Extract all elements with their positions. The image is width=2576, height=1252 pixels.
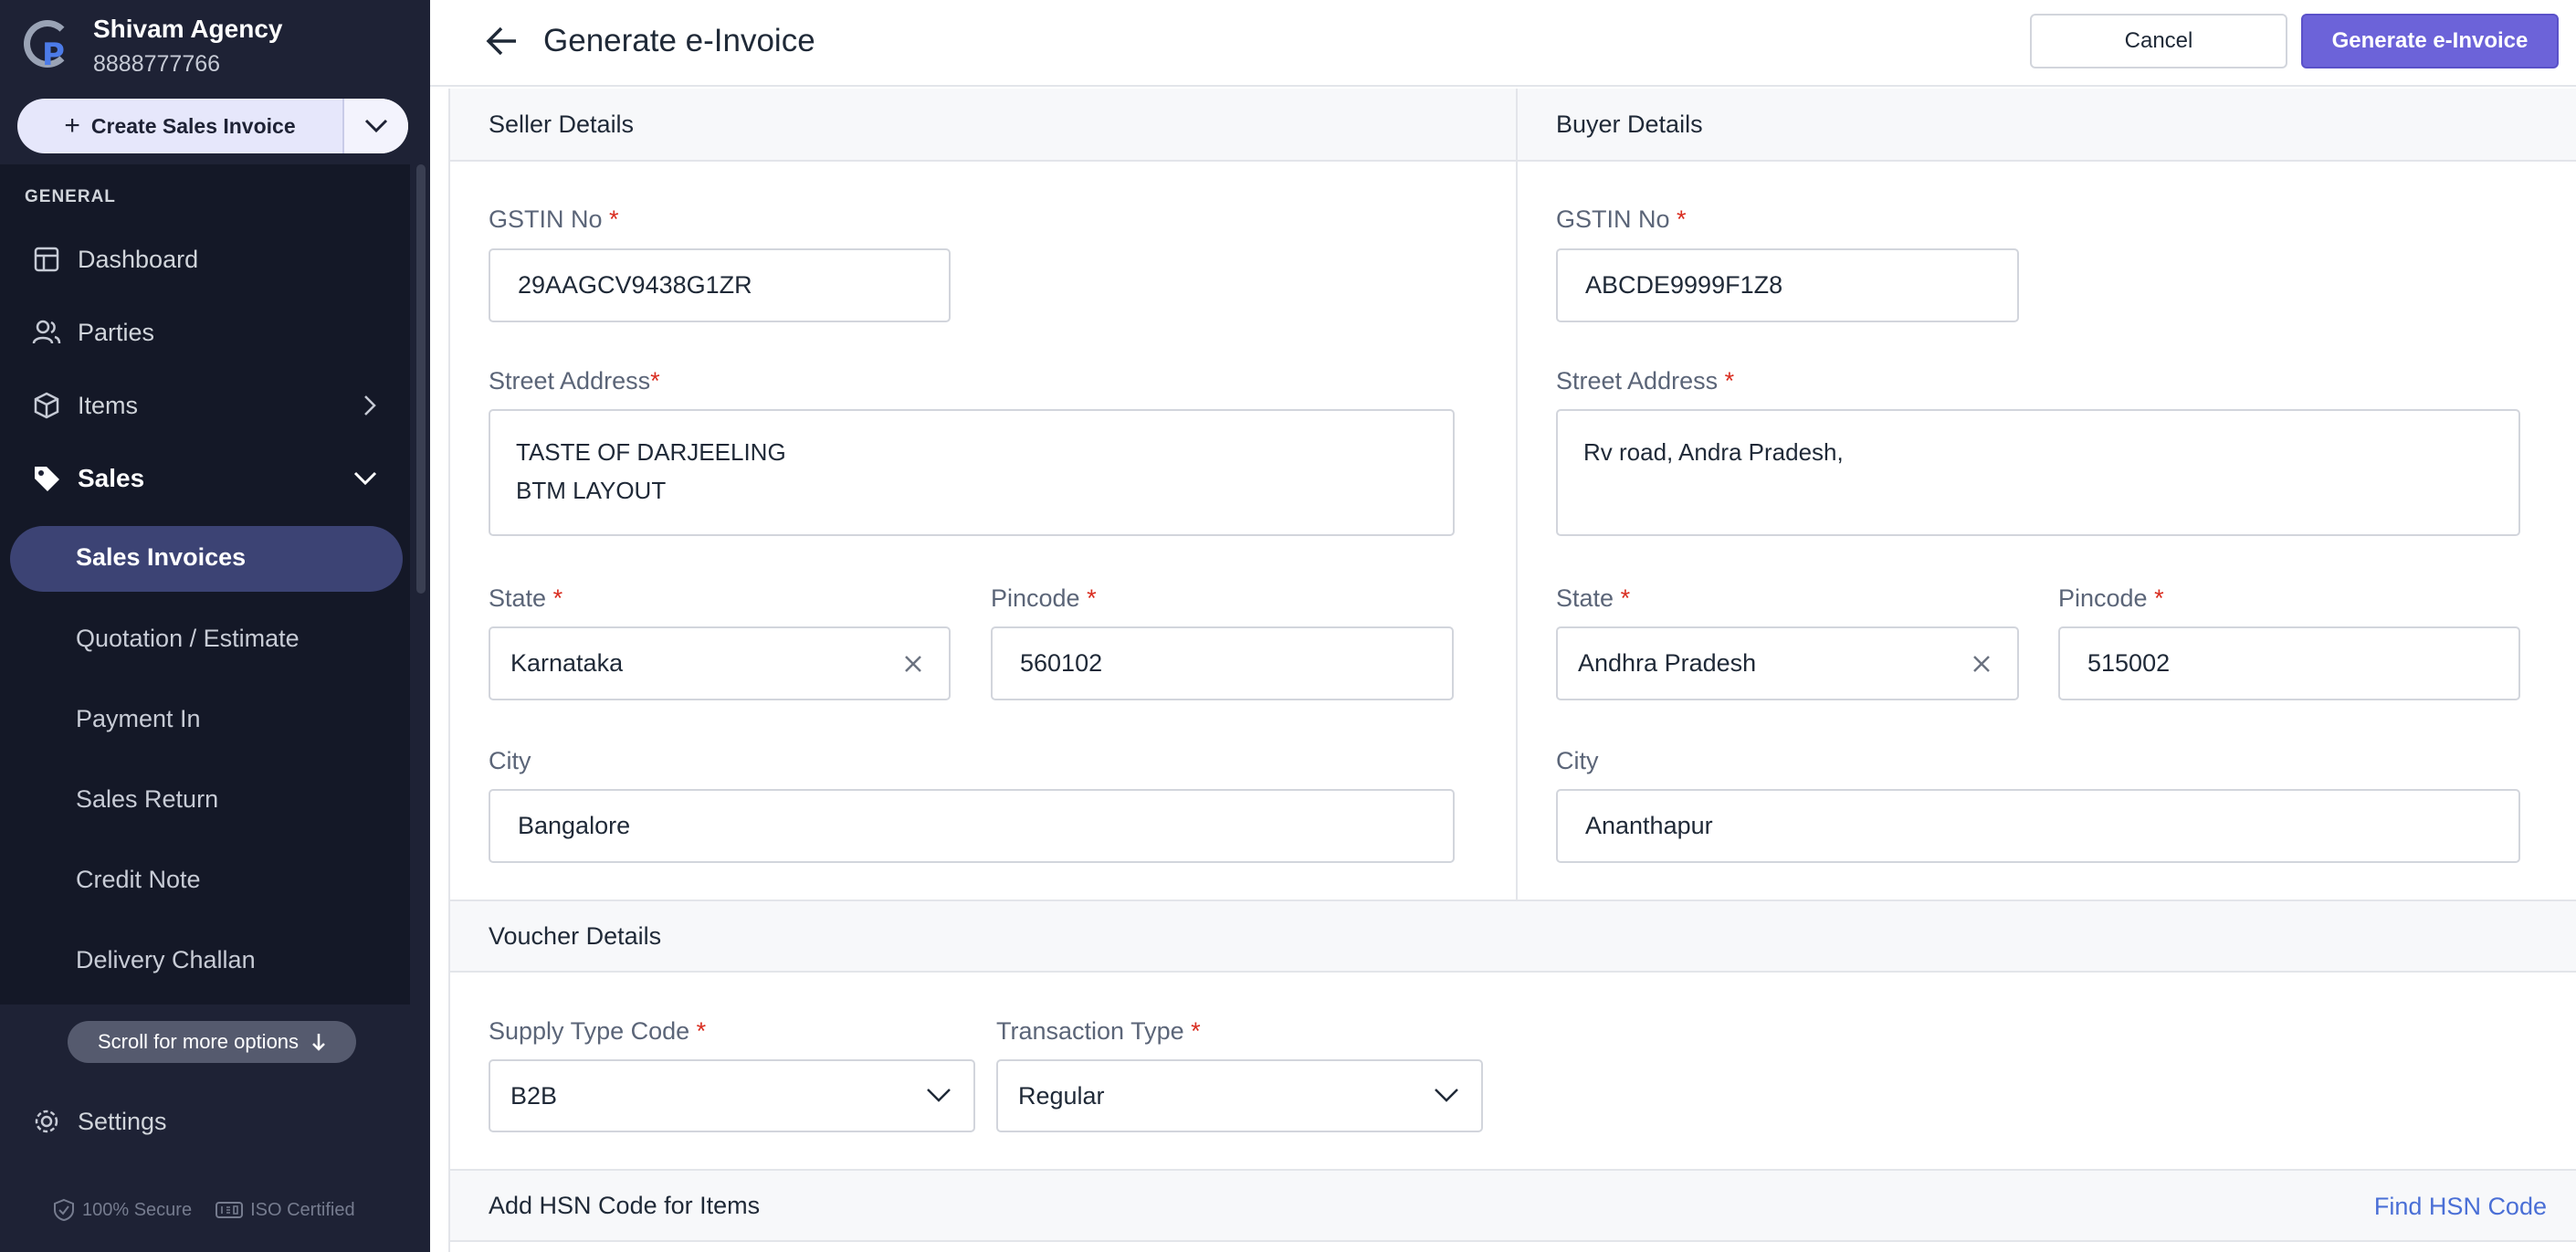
sidebar-item-parties[interactable]: Parties: [0, 300, 410, 364]
buyer-state-select[interactable]: Andhra Pradesh: [1556, 626, 2019, 700]
sidebar-item-label: Parties: [78, 318, 155, 346]
chevron-down-icon: [364, 119, 388, 133]
sidebar-item-label: Settings: [78, 1107, 167, 1135]
seller-pincode-label: Pincode *: [991, 584, 1097, 612]
buyer-section-header: Buyer Details: [1518, 89, 2576, 162]
hsn-section-title: Add HSN Code for Items: [489, 1191, 761, 1219]
voucher-section-header: Voucher Details: [450, 900, 2576, 973]
chevron-down-icon: [1435, 1089, 1458, 1102]
buyer-gstin-input[interactable]: ABCDE9999F1Z8: [1556, 248, 2019, 322]
supply-type-select[interactable]: B2B: [489, 1059, 975, 1132]
sidebar-subitem-sales-invoices[interactable]: Sales Invoices: [76, 543, 246, 572]
trust-badges: 100% Secure ISO Certified: [53, 1198, 355, 1222]
seller-state-select[interactable]: Karnataka: [489, 626, 951, 700]
buyer-state-value: Andhra Pradesh: [1578, 649, 1757, 677]
section-general-label: GENERAL: [25, 187, 116, 206]
box-icon: [30, 389, 63, 422]
sidebar: P Shivam Agency 8888777766 + Create Sale…: [0, 0, 430, 1252]
page-header: Generate e-Invoice Cancel Generate e-Inv…: [430, 0, 2576, 87]
create-sales-invoice-button[interactable]: + Create Sales Invoice: [17, 99, 408, 153]
secure-badge: 100% Secure: [53, 1198, 192, 1222]
create-sales-invoice-label: Create Sales Invoice: [90, 113, 296, 138]
buyer-gstin-label: GSTIN No *: [1556, 205, 1687, 233]
seller-city-label: City: [489, 747, 531, 774]
clear-icon[interactable]: [898, 648, 929, 679]
seller-city-input[interactable]: Bangalore: [489, 789, 1455, 863]
supply-type-label: Supply Type Code *: [489, 1017, 707, 1045]
business-logo-icon: P: [24, 16, 79, 73]
buyer-address-label: Street Address *: [1556, 367, 1735, 395]
hsn-section-header: Add HSN Code for Items: [450, 1169, 2576, 1242]
seller-gstin-input[interactable]: 29AAGCV9438G1ZR: [489, 248, 951, 322]
sidebar-subitem-quotation[interactable]: Quotation / Estimate: [76, 625, 300, 653]
back-arrow-icon[interactable]: [485, 24, 520, 58]
buyer-pincode-input[interactable]: 515002: [2058, 626, 2520, 700]
seller-gstin-label: GSTIN No *: [489, 205, 619, 233]
iso-label: ISO Certified: [250, 1199, 355, 1220]
sidebar-item-sales[interactable]: Sales: [0, 447, 410, 510]
iso-badge: ISO Certified: [216, 1199, 355, 1221]
sidebar-item-label: Sales: [78, 464, 145, 492]
buyer-city-label: City: [1556, 747, 1599, 774]
clear-icon[interactable]: [1966, 648, 1997, 679]
seller-state-value: Karnataka: [510, 649, 624, 677]
buyer-state-label: State *: [1556, 584, 1631, 612]
sidebar-item-label: Dashboard: [78, 245, 199, 273]
shield-check-icon: [54, 1198, 74, 1222]
transaction-type-label: Transaction Type *: [996, 1017, 1201, 1045]
dashboard-icon: [30, 243, 63, 276]
buyer-address-line1: Rv road, Andra Pradesh,: [1583, 438, 1844, 466]
scroll-more-label: Scroll for more options: [97, 1030, 300, 1053]
users-icon: [30, 316, 63, 349]
buyer-pincode-label: Pincode *: [2058, 584, 2164, 612]
chevron-down-icon: [353, 471, 377, 486]
sidebar-subitem-sales-return[interactable]: Sales Return: [76, 785, 218, 814]
seller-pincode-input[interactable]: 560102: [991, 626, 1454, 700]
form-container: Seller Details Buyer Details GSTIN No * …: [448, 89, 2576, 1252]
seller-address-line1: TASTE OF DARJEELING: [516, 438, 786, 466]
create-dropdown-toggle[interactable]: [342, 99, 408, 153]
sidebar-scrollbar[interactable]: [416, 164, 426, 594]
generate-einvoice-button[interactable]: Generate e-Invoice: [2301, 14, 2559, 68]
seller-address-label: Street Address*: [489, 367, 660, 395]
buyer-address-textarea[interactable]: Rv road, Andra Pradesh,: [1556, 409, 2520, 536]
seller-section-title: Seller Details: [489, 110, 635, 138]
transaction-type-select[interactable]: Regular: [996, 1059, 1483, 1132]
tag-icon: [30, 462, 63, 495]
find-hsn-code-link[interactable]: Find HSN Code: [2374, 1193, 2547, 1221]
sidebar-item-label: Items: [78, 391, 139, 419]
sidebar-item-dashboard[interactable]: Dashboard: [0, 227, 410, 291]
chevron-right-icon: [364, 395, 376, 416]
main-content: Generate e-Invoice Cancel Generate e-Inv…: [430, 0, 2576, 1252]
chevron-down-icon: [927, 1089, 951, 1102]
voucher-section-title: Voucher Details: [489, 921, 662, 950]
supply-type-value: B2B: [510, 1081, 558, 1110]
scroll-more-button[interactable]: Scroll for more options: [68, 1021, 356, 1063]
business-profile[interactable]: P Shivam Agency 8888777766: [24, 16, 282, 78]
buyer-section-title: Buyer Details: [1556, 110, 1703, 138]
seller-address-line2: BTM LAYOUT: [516, 477, 667, 504]
transaction-type-value: Regular: [1018, 1081, 1105, 1110]
page-title: Generate e-Invoice: [543, 23, 815, 58]
gear-icon: [30, 1105, 63, 1138]
seller-address-textarea[interactable]: TASTE OF DARJEELING BTM LAYOUT: [489, 409, 1455, 536]
arrow-down-icon: [312, 1034, 325, 1051]
plus-icon: +: [64, 110, 80, 141]
iso-icon: [216, 1202, 244, 1218]
sidebar-subitem-credit-note[interactable]: Credit Note: [76, 866, 201, 894]
create-sales-invoice-main[interactable]: + Create Sales Invoice: [17, 99, 342, 153]
sidebar-subitem-delivery-challan[interactable]: Delivery Challan: [76, 946, 256, 974]
sidebar-item-items[interactable]: Items: [0, 373, 410, 437]
seller-state-label: State *: [489, 584, 563, 612]
seller-section-header: Seller Details: [450, 89, 1516, 162]
cancel-button[interactable]: Cancel: [2030, 14, 2287, 68]
business-phone: 8888777766: [93, 51, 221, 77]
sidebar-subitem-payment-in[interactable]: Payment In: [76, 705, 201, 733]
column-divider: [1516, 89, 1518, 901]
sidebar-item-settings[interactable]: Settings: [0, 1091, 430, 1152]
buyer-city-input[interactable]: Ananthapur: [1556, 789, 2520, 863]
secure-label: 100% Secure: [82, 1199, 193, 1220]
business-name: Shivam Agency: [93, 15, 283, 43]
